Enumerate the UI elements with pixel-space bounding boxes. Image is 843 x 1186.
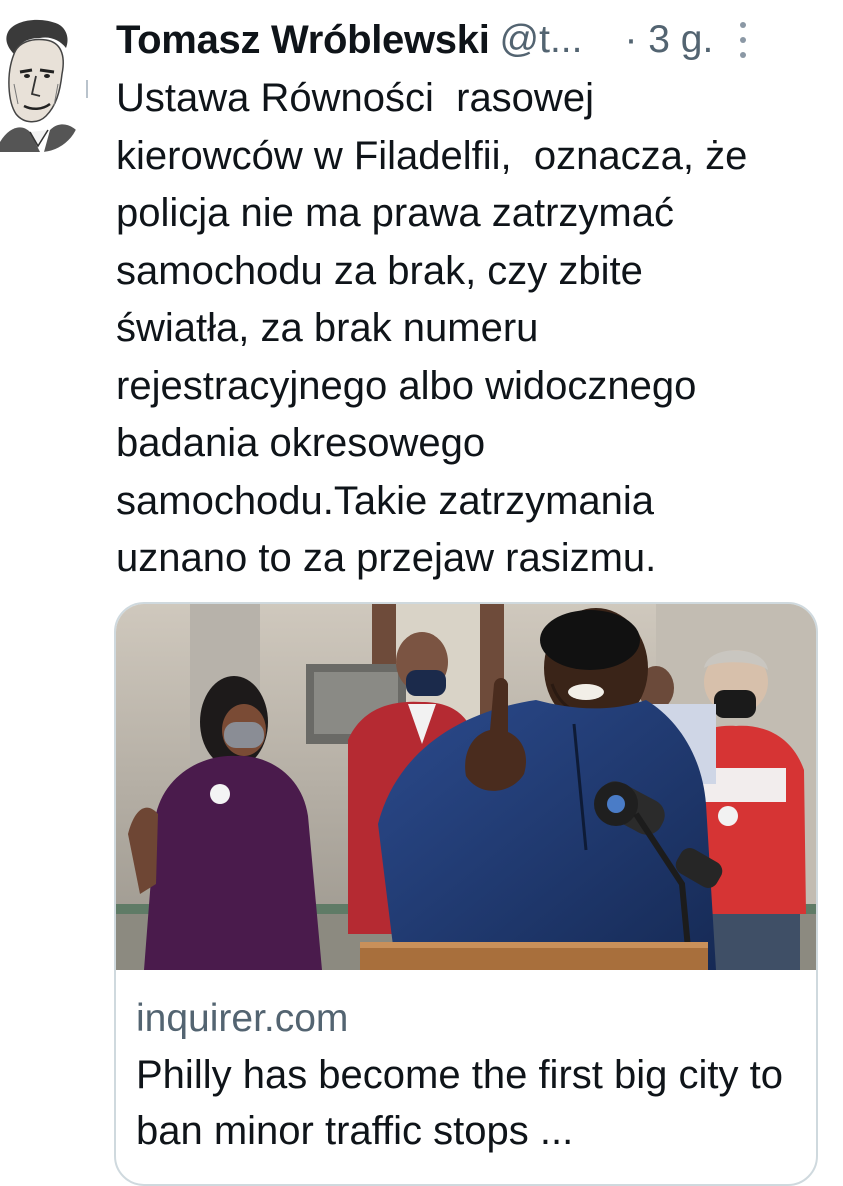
thread-connector-line: [86, 80, 88, 98]
press-conference-photo: [116, 604, 816, 970]
tweet-timestamp[interactable]: · 3 g.: [624, 18, 713, 62]
link-preview-image[interactable]: [116, 604, 816, 970]
vertical-ellipsis-icon[interactable]: [739, 22, 747, 58]
author-name[interactable]: Tomasz Wróblewski: [116, 18, 490, 63]
avatar-portrait-image: [0, 14, 80, 152]
tweet-header: Tomasz Wróblewski @t... · 3 g.: [116, 12, 843, 68]
author-handle[interactable]: @t...: [500, 18, 583, 62]
author-avatar[interactable]: [0, 14, 80, 152]
link-title[interactable]: Philly has become the first big city to …: [136, 1047, 796, 1159]
link-preview-card[interactable]: inquirer.com Philly has become the first…: [114, 602, 818, 1186]
tweet-text: Ustawa Równości rasowej kierowców w Fila…: [116, 76, 748, 580]
link-domain: inquirer.com: [136, 997, 349, 1040]
